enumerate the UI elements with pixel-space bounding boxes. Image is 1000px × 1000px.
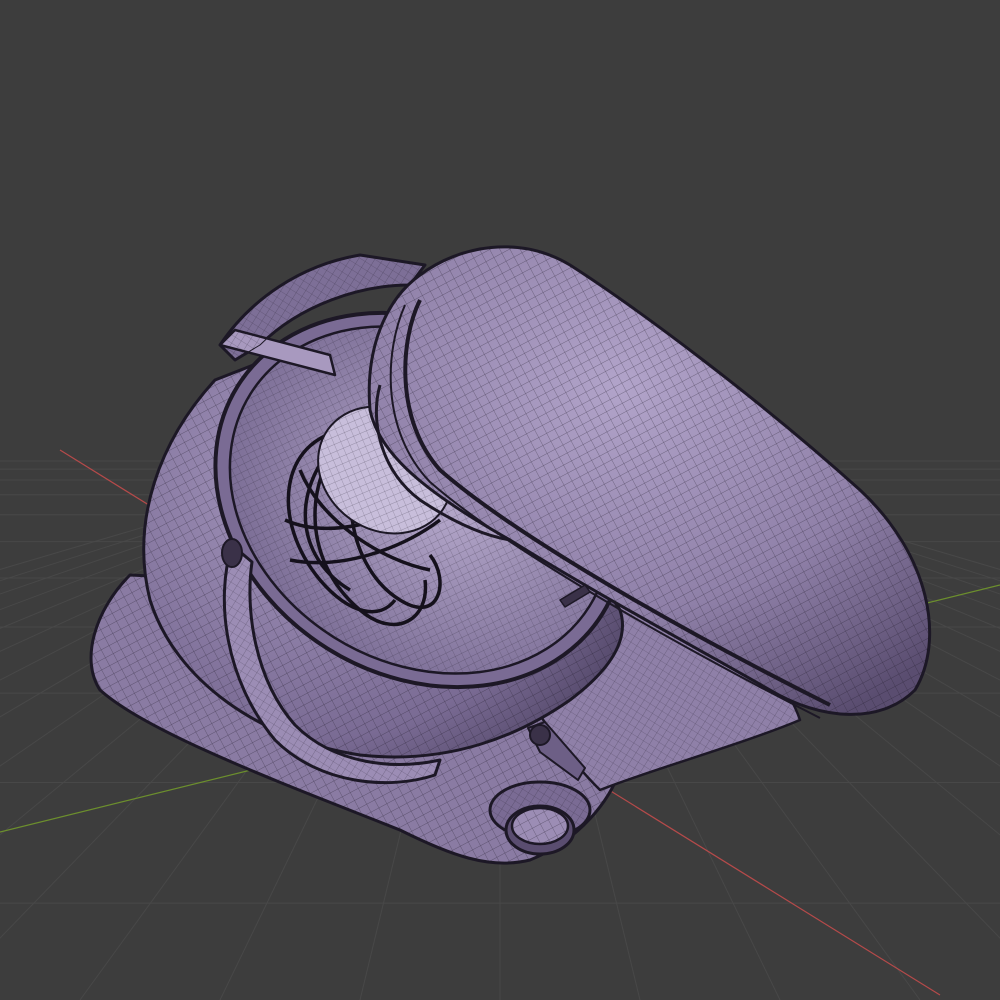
stand-mixer-model[interactable] <box>89 238 932 865</box>
viewport-scene[interactable] <box>0 0 1000 1000</box>
3d-viewport[interactable] <box>0 0 1000 1000</box>
